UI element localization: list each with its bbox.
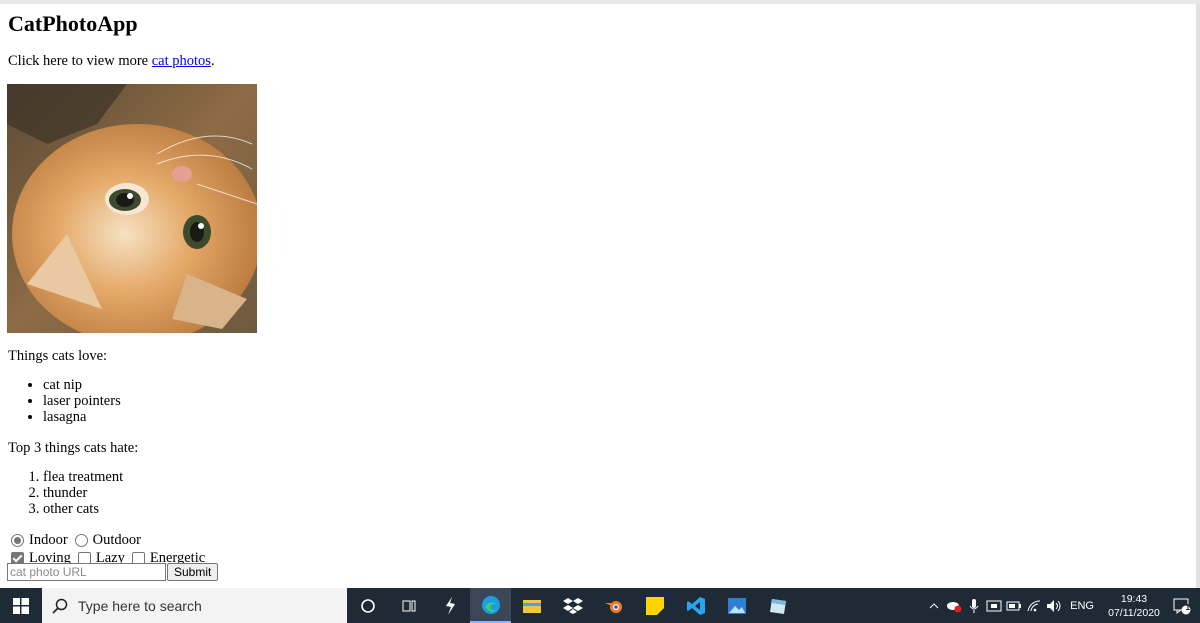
start-button[interactable]: [0, 588, 42, 623]
submit-button[interactable]: Submit: [167, 563, 219, 581]
volume-icon[interactable]: [1044, 588, 1064, 623]
notification-center[interactable]: 1: [1164, 588, 1200, 623]
notification-count: 1: [1185, 603, 1190, 612]
clock-time: 19:43: [1120, 592, 1148, 605]
windows-icon: [13, 597, 29, 614]
cat-photo[interactable]: [7, 84, 257, 333]
page-content: CatPhotoApp Click here to view more cat …: [0, 4, 1194, 587]
indoor-label: Indoor: [29, 531, 68, 548]
taskbar-search[interactable]: Type here to search: [42, 588, 347, 623]
file-explorer-icon[interactable]: [511, 588, 552, 623]
system-tray: ENG 19:43 07/11/2020 1: [924, 588, 1200, 623]
clock-date: 07/11/2020: [1108, 606, 1160, 619]
sticky-notes-icon[interactable]: [634, 588, 675, 623]
display-icon[interactable]: [984, 588, 1004, 623]
task-view-icon[interactable]: [388, 588, 429, 623]
list-item: thunder: [43, 485, 123, 501]
app-icon[interactable]: [429, 588, 470, 623]
dropbox-icon[interactable]: [552, 588, 593, 623]
cloud-error-icon[interactable]: [944, 588, 964, 623]
list-item: lasagna: [43, 409, 121, 425]
list-item: cat nip: [43, 377, 121, 393]
search-placeholder: Type here to search: [78, 597, 202, 614]
page-title: CatPhotoApp: [8, 11, 138, 36]
language-indicator[interactable]: ENG: [1070, 600, 1094, 612]
indoor-outdoor-group: Indoor Outdoor: [8, 531, 145, 549]
clock[interactable]: 19:43 07/11/2020: [1104, 592, 1164, 620]
loves-label: Things cats love:: [8, 348, 108, 364]
loves-list: cat nip laser pointers lasagna: [0, 377, 121, 425]
scrollbar[interactable]: [1196, 4, 1200, 588]
edge-icon[interactable]: [470, 588, 511, 623]
microphone-icon[interactable]: [964, 588, 984, 623]
search-icon: [52, 598, 68, 614]
taskbar: Type here to search ENG 19:43 07/11/2020…: [0, 588, 1200, 623]
hates-list: flea treatment thunder other cats: [0, 469, 123, 517]
cat-photo-illustration: [7, 84, 257, 333]
list-item: other cats: [43, 501, 123, 517]
outdoor-radio[interactable]: [74, 533, 88, 547]
cat-photos-link[interactable]: cat photos: [152, 53, 211, 69]
list-item: laser pointers: [43, 393, 121, 409]
photos-icon[interactable]: [716, 588, 757, 623]
blender-icon[interactable]: [593, 588, 634, 623]
vscode-icon[interactable]: [675, 588, 716, 623]
intro-paragraph: Click here to view more cat photos.: [8, 52, 215, 70]
outdoor-label: Outdoor: [92, 531, 142, 548]
cortana-icon[interactable]: [347, 588, 388, 623]
intro-end: .: [210, 53, 215, 69]
app-icon-2[interactable]: [757, 588, 798, 623]
battery-icon[interactable]: [1004, 588, 1024, 623]
intro-text: Click here to view more: [8, 53, 152, 69]
chevron-up-icon[interactable]: [924, 588, 944, 623]
hates-label: Top 3 things cats hate:: [8, 440, 139, 456]
indoor-radio[interactable]: [11, 533, 24, 547]
cat-photo-url-input[interactable]: [7, 563, 166, 581]
wifi-icon[interactable]: [1024, 588, 1044, 623]
list-item: flea treatment: [43, 469, 123, 485]
